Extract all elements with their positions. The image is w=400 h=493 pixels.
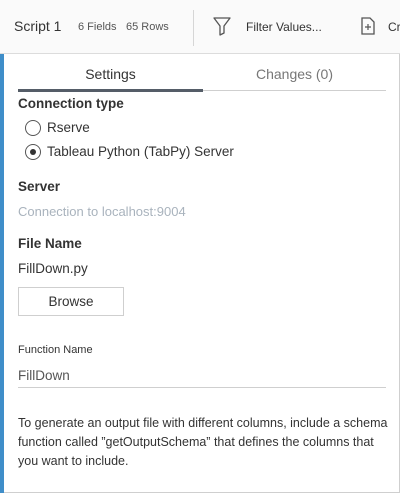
create-calculated-field-label: Cr bbox=[388, 20, 400, 34]
tab-changes[interactable]: Changes (0) bbox=[203, 60, 386, 90]
schema-help-text: To generate an output file with differen… bbox=[18, 416, 388, 468]
filter-values-label: Filter Values... bbox=[246, 20, 322, 34]
radio-button-selected[interactable] bbox=[25, 144, 41, 160]
create-calculated-field-icon bbox=[361, 17, 375, 35]
radio-selected-dot bbox=[30, 149, 36, 155]
header-divider bbox=[193, 10, 194, 46]
file-name-label: File Name bbox=[18, 236, 82, 251]
active-tab-indicator bbox=[18, 89, 203, 92]
field-count: 6 Fields bbox=[78, 21, 117, 33]
server-connection-field[interactable]: Connection to localhost:9004 bbox=[18, 204, 186, 219]
row-count: 65 Rows bbox=[126, 21, 169, 33]
step-header: Script 1 6 Fields 65 Rows Filter Values.… bbox=[0, 0, 400, 54]
function-name-label: Function Name bbox=[18, 344, 93, 356]
connection-type-label: Connection type bbox=[18, 96, 124, 111]
radio-button-unselected[interactable] bbox=[25, 120, 41, 136]
function-name-input[interactable]: FillDown bbox=[18, 368, 70, 383]
filter-icon bbox=[213, 17, 231, 36]
radio-rserve-label: Rserve bbox=[47, 120, 90, 135]
filter-values-button[interactable]: Filter Values... bbox=[213, 14, 333, 40]
create-calculated-field-button[interactable]: Cr bbox=[358, 14, 400, 40]
browse-button[interactable]: Browse bbox=[18, 287, 124, 316]
selection-accent-bar bbox=[0, 54, 4, 493]
step-title: Script 1 bbox=[14, 18, 62, 34]
server-label: Server bbox=[18, 179, 61, 194]
tab-divider bbox=[203, 90, 386, 91]
radio-tabpy-label: Tableau Python (TabPy) Server bbox=[47, 144, 234, 159]
file-name-value: FillDown.py bbox=[18, 261, 88, 276]
function-name-underline bbox=[18, 387, 386, 388]
tab-settings[interactable]: Settings bbox=[18, 60, 203, 90]
